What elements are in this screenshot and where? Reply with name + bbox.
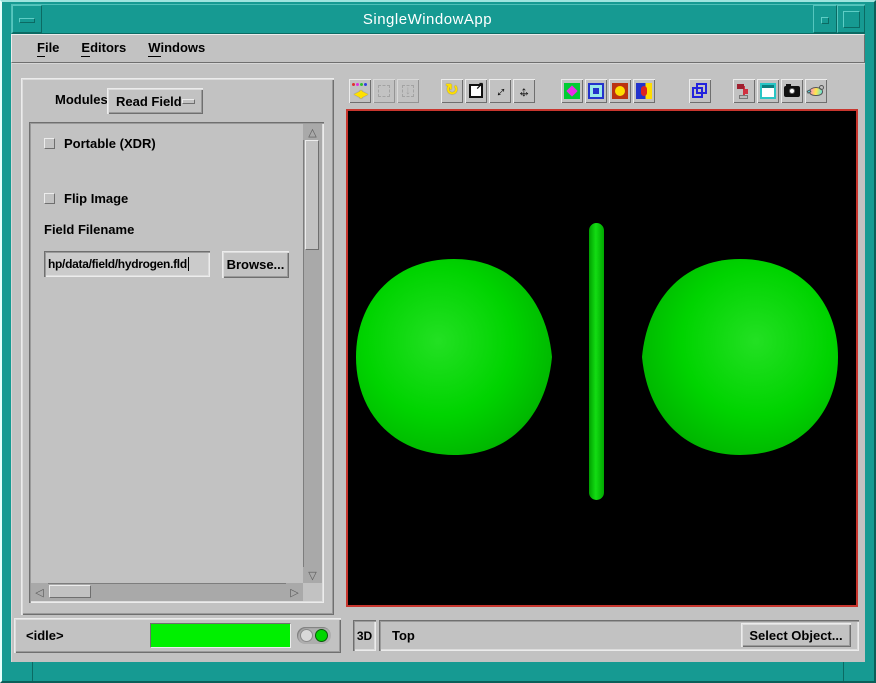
- add-object-icon: [375, 82, 393, 100]
- view-side-button[interactable]: [633, 79, 655, 103]
- resize-notch: [32, 662, 33, 681]
- scroll-up-icon[interactable]: △: [303, 124, 322, 140]
- text-caret: [188, 257, 189, 271]
- viewer-window-button[interactable]: [757, 79, 779, 103]
- module-scroll-area: Portable (XDR) Flip Image Field Filename…: [29, 122, 324, 603]
- minimize-button[interactable]: [813, 5, 837, 33]
- status-panel: <idle>: [14, 618, 341, 653]
- scale-mode-button[interactable]: ↔: [489, 79, 511, 103]
- view-mode-box: 3D: [353, 620, 376, 651]
- filename-input[interactable]: hp/data/field/hydrogen.fld: [44, 251, 210, 277]
- scroll-right-icon[interactable]: ▷: [286, 583, 303, 601]
- menu-windows-rest: indows: [161, 40, 206, 55]
- menu-editors[interactable]: Editors: [72, 37, 135, 60]
- browse-button[interactable]: Browse...: [222, 251, 289, 278]
- snapshot-button[interactable]: [781, 79, 803, 103]
- titlebar: SingleWindowApp: [11, 4, 865, 34]
- client-area: Modules Read Field Portable (XDR) Flip I…: [11, 63, 865, 662]
- field-filename-label: Field Filename: [44, 222, 134, 237]
- run-toggle[interactable]: [297, 627, 331, 644]
- transform-objects-icon: ◀▶: [351, 82, 369, 100]
- flip-image-checkbox[interactable]: [44, 193, 55, 204]
- orbital-left-lobe: [356, 259, 552, 455]
- perspective-button[interactable]: [689, 79, 711, 103]
- modules-label: Modules: [55, 92, 108, 107]
- viewer-status-bar: Top Select Object...: [379, 620, 859, 651]
- vertical-scroll-thumb[interactable]: [305, 140, 319, 250]
- network-editor-icon: [735, 82, 753, 100]
- delete-object-icon: ↓: [399, 82, 417, 100]
- led-off-icon: [300, 629, 313, 642]
- menu-windows[interactable]: Windows: [139, 37, 214, 60]
- transform-objects-button[interactable]: ◀▶: [349, 79, 371, 103]
- window-menu-icon: [19, 18, 35, 23]
- vertical-scrollbar[interactable]: △ ▽: [303, 124, 322, 583]
- reset-view-icon: ↻: [443, 82, 461, 100]
- app-window: SingleWindowApp File Editors Windows Mod…: [0, 0, 876, 683]
- current-view-label: Top: [392, 628, 415, 643]
- module-panel: Modules Read Field Portable (XDR) Flip I…: [21, 78, 334, 615]
- translate-mode-icon: ↔↕: [515, 82, 533, 100]
- select-object-button[interactable]: Select Object...: [741, 623, 851, 647]
- geometry-viewer-button[interactable]: [805, 79, 827, 103]
- scale-mode-icon: ↔: [487, 78, 512, 103]
- menu-editors-rest: ditors: [90, 40, 126, 55]
- window-title: SingleWindowApp: [42, 5, 813, 33]
- add-object-button: [373, 79, 395, 103]
- orbital-right-lobe: [642, 259, 838, 455]
- view-back-button[interactable]: [609, 79, 631, 103]
- viewer-window-icon: [759, 82, 777, 100]
- portable-xdr-checkbox[interactable]: [44, 138, 55, 149]
- perspective-cube-icon: [691, 82, 709, 100]
- view-front-icon: [587, 82, 605, 100]
- view-side-icon: [635, 82, 653, 100]
- horizontal-scrollbar[interactable]: ◁ ▷: [31, 583, 303, 601]
- window-menu-button[interactable]: [12, 5, 42, 33]
- normalize-view-button[interactable]: ↗: [465, 79, 487, 103]
- menu-file-mnemonic: F: [37, 41, 45, 57]
- scroll-left-icon[interactable]: ◁: [31, 583, 48, 601]
- translate-mode-button[interactable]: ↔↕: [513, 79, 535, 103]
- reset-view-button[interactable]: ↻: [441, 79, 463, 103]
- view-back-icon: [611, 82, 629, 100]
- led-on-icon: [315, 629, 328, 642]
- flip-image-label: Flip Image: [64, 191, 128, 206]
- filename-value: hp/data/field/hydrogen.fld: [48, 257, 187, 271]
- menubar: File Editors Windows: [11, 34, 865, 63]
- progress-bar: [150, 623, 291, 648]
- menu-file[interactable]: File: [28, 37, 68, 60]
- menu-file-rest: ile: [45, 40, 59, 55]
- menu-editors-mnemonic: E: [81, 41, 90, 57]
- network-editor-button[interactable]: [733, 79, 755, 103]
- option-menu-indicator-icon: [182, 99, 195, 104]
- delete-object-button: ↓: [397, 79, 419, 103]
- menu-windows-mnemonic: W: [148, 41, 160, 57]
- orbital-nodal-disc: [589, 223, 604, 500]
- scroll-down-icon[interactable]: ▽: [303, 567, 322, 583]
- module-controls: Portable (XDR) Flip Image Field Filename…: [31, 124, 303, 583]
- view-top-button[interactable]: [561, 79, 583, 103]
- portable-xdr-checkbox-row[interactable]: Portable (XDR): [44, 136, 156, 151]
- maximize-button[interactable]: [837, 5, 865, 33]
- maximize-icon: [843, 11, 860, 28]
- view-top-icon: [563, 82, 581, 100]
- flip-image-checkbox-row[interactable]: Flip Image: [44, 191, 128, 206]
- snapshot-camera-icon: [783, 82, 801, 100]
- minimize-icon: [821, 17, 829, 24]
- module-option-menu[interactable]: Read Field: [107, 88, 203, 114]
- resize-notch: [843, 662, 844, 681]
- horizontal-scroll-thumb[interactable]: [49, 585, 91, 598]
- status-state-label: <idle>: [26, 628, 64, 643]
- selected-module-label: Read Field: [116, 94, 182, 109]
- hydrogen-orbital-render: [348, 111, 856, 605]
- portable-xdr-label: Portable (XDR): [64, 136, 156, 151]
- render-viewport[interactable]: [346, 109, 858, 607]
- module-selector-row: Modules Read Field: [21, 84, 334, 116]
- normalize-view-icon: ↗: [467, 82, 485, 100]
- geometry-teapot-icon: [807, 82, 825, 100]
- view-front-button[interactable]: [585, 79, 607, 103]
